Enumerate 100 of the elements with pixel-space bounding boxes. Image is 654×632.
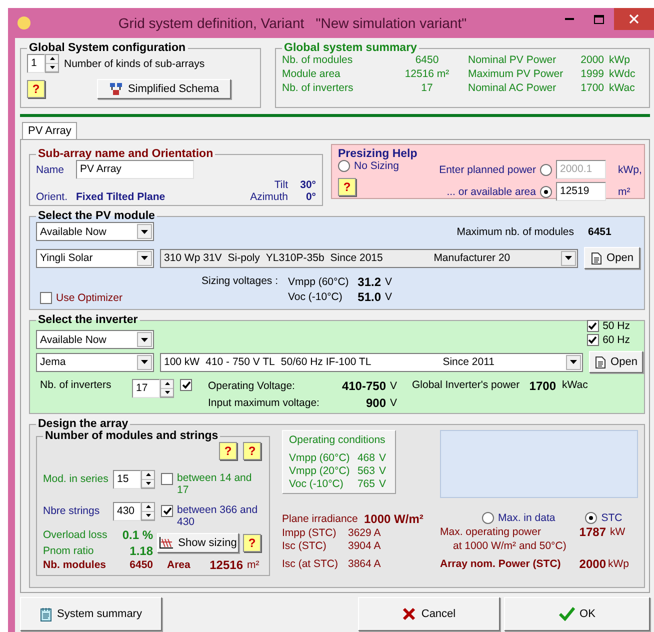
panel-title: Operating conditions: [289, 434, 386, 446]
help-button[interactable]: ?: [27, 80, 45, 98]
dropdown[interactable]: Yingli Solar: [36, 248, 154, 268]
radio-button[interactable]: [482, 512, 494, 524]
radio-label: Max. in data: [498, 512, 556, 524]
range-label: between 14 and 17: [177, 471, 253, 496]
azimuth-value: 0°: [304, 191, 316, 203]
number-field[interactable]: 430: [113, 502, 141, 521]
open-button[interactable]: Open: [589, 351, 643, 373]
radio-label: Enter planned power: [439, 164, 536, 176]
unit-label: kWdc: [609, 68, 636, 80]
unit-label: kWac: [609, 82, 635, 94]
dropdown[interactable]: Jema: [36, 352, 154, 372]
radio-button[interactable]: [540, 186, 552, 198]
dropdown[interactable]: 310 Wp 31V Si-poly YL310P-35b Since 2015 Manufacturer 20: [160, 248, 578, 268]
spin-buttons[interactable]: [141, 502, 155, 521]
number-field[interactable]: 17: [132, 379, 160, 398]
voltage-value: 563: [357, 465, 375, 477]
caret-icon: [565, 256, 572, 260]
spin-buttons[interactable]: [45, 54, 59, 73]
tilt-value: 30°: [299, 179, 316, 191]
dropdown[interactable]: Available Now: [36, 330, 154, 349]
power-value: 1700: [528, 379, 556, 393]
unit-label: V: [385, 291, 392, 303]
summary-label: Nominal AC Power: [468, 82, 558, 94]
field-label: Sizing voltages :: [200, 275, 278, 287]
field-value: 12516: [208, 558, 243, 572]
field-label: Number of kinds of sub-arrays: [64, 58, 205, 70]
unit-label: V: [390, 380, 398, 392]
voltage-label: Vmpp (20°C): [289, 465, 351, 477]
radio-label: No Sizing: [354, 160, 399, 172]
radio-button[interactable]: [585, 512, 598, 524]
show-sizing-button[interactable]: Show sizing: [157, 533, 239, 553]
radio-label: ... or available area: [446, 186, 536, 198]
summary-label: Nominal PV Power: [468, 54, 558, 66]
group-title: Presizing Help: [338, 148, 418, 160]
help-button[interactable]: ?: [219, 442, 237, 460]
group-title: Select the inverter: [37, 314, 139, 326]
checkbox[interactable]: [161, 505, 173, 517]
number-field[interactable]: 1: [27, 54, 45, 73]
checkbox[interactable]: [180, 379, 192, 391]
field-label: Nb. of inverters: [39, 379, 112, 391]
field-label: Global Inverter's power: [412, 379, 521, 391]
field-value: 3629 A: [348, 527, 381, 539]
field-label: Mod. in series: [43, 472, 110, 485]
voltage-label: Vmpp (60°C): [288, 276, 350, 288]
unit-label: kWp: [609, 54, 630, 66]
spin-buttons[interactable]: [141, 470, 155, 489]
input-field[interactable]: 12519: [556, 182, 606, 201]
summary-value: 2000: [580, 54, 604, 66]
voltage-label: Voc (-10°C): [289, 478, 344, 490]
checkbox[interactable]: [586, 334, 599, 346]
field-label: Isc (at STC): [282, 558, 340, 570]
ok-button[interactable]: OK: [504, 597, 650, 631]
help-button[interactable]: ?: [243, 534, 261, 552]
summary-value: 1700: [580, 82, 604, 94]
field-value: 1000 W/m²: [364, 512, 424, 526]
schema-button[interactable]: Simplified Schema: [97, 79, 231, 99]
voltage-value: 410-750: [340, 379, 386, 393]
open-button[interactable]: Open: [584, 247, 640, 269]
maximize-icon: [594, 14, 604, 24]
voltage-value: 765: [357, 478, 375, 490]
help-button[interactable]: ?: [243, 442, 261, 460]
checkbox-label: Use Optimizer: [56, 292, 123, 304]
voltage-label: Vmpp (60°C): [289, 452, 351, 464]
cancel-button[interactable]: Cancel: [358, 597, 500, 631]
group-title: Select the PV module: [37, 210, 156, 222]
app-icon: [17, 16, 31, 30]
checkbox[interactable]: [40, 292, 52, 304]
unit-label: kWp: [608, 558, 629, 570]
voltage-label: Voc (-10°C): [288, 291, 344, 303]
field-label: Orient.: [36, 191, 69, 203]
dropdown[interactable]: Available Now: [36, 222, 154, 241]
field-label: Impp (STC): [282, 527, 338, 539]
group-title: Sub-array name and Orientation: [37, 148, 214, 160]
radio-button[interactable]: [338, 160, 350, 172]
summary-label: Nb. of modules: [282, 54, 354, 66]
checkbox[interactable]: [161, 473, 173, 485]
dropdown[interactable]: 100 kW 410 - 750 V TL 50/60 Hz IF-100 TL Since 2011: [160, 352, 583, 372]
notepad-icon: [40, 606, 52, 622]
voltage-value: 900: [364, 396, 386, 410]
summary-label: Maximum PV Power: [468, 68, 564, 80]
range-label: between 366 and 430: [177, 503, 259, 528]
summary-label: Module area: [282, 68, 342, 80]
number-field[interactable]: 15: [113, 470, 141, 489]
summary-button[interactable]: System summary: [20, 597, 162, 631]
close-button[interactable]: [614, 8, 654, 30]
field-label: Name: [36, 164, 66, 176]
voltage-label: Operating Voltage:: [208, 380, 296, 392]
close-icon: [629, 14, 639, 24]
radio-label: STC: [601, 512, 622, 524]
field-label: Max. operating power: [440, 526, 542, 538]
tab[interactable]: PV Array: [22, 122, 78, 139]
name-field[interactable]: PV Array: [76, 160, 194, 179]
checkbox[interactable]: [586, 320, 599, 332]
group-title: Design the array: [37, 418, 130, 430]
spin-buttons[interactable]: [160, 379, 174, 398]
field-label: Plane irradiance: [282, 513, 359, 525]
help-button[interactable]: ?: [338, 178, 356, 196]
orientation-value: Fixed Tilted Plane: [76, 191, 166, 203]
